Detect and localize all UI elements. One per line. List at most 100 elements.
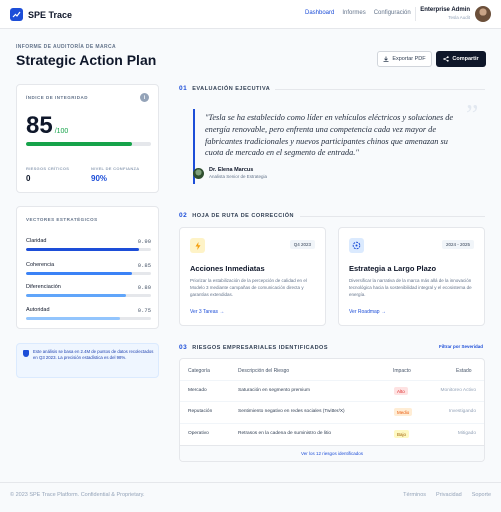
download-icon bbox=[383, 56, 389, 62]
top-navigation-bar: SPE Trace Dashboard Informes Configuraci… bbox=[0, 0, 501, 29]
view-tasks-link[interactable]: Ver 3 Tareas → bbox=[190, 309, 224, 315]
executive-quote: "Tesla se ha establecido como líder en v… bbox=[205, 113, 454, 158]
immediate-actions-card: Q4 2023 Acciones Inmediatas Priorizar la… bbox=[179, 227, 326, 326]
share-icon bbox=[443, 56, 450, 62]
vector-row: Diferenciación 0.80 bbox=[26, 284, 151, 297]
main-nav: Dashboard Informes Configuración bbox=[305, 10, 411, 16]
section-roadmap-heading: 02 HOJA DE RUTA DE CORRECCIÓN bbox=[179, 212, 294, 219]
section-executive-heading: 01 EVALUACIÓN EJECUTIVA bbox=[179, 85, 270, 92]
column-header[interactable]: Impacto bbox=[393, 368, 411, 374]
view-all-risks-link[interactable]: Ver los 12 riesgos identificados bbox=[180, 445, 484, 461]
vector-bar-fill bbox=[26, 317, 120, 320]
shield-icon bbox=[23, 350, 29, 357]
page-title: Strategic Action Plan bbox=[16, 52, 157, 68]
note-text: Este análisis se basa en 2.4M de puntos … bbox=[33, 349, 154, 361]
section-divider bbox=[275, 89, 485, 90]
data-source-note: Este análisis se basa en 2.4M de puntos … bbox=[16, 343, 159, 378]
vector-name: Coherencia bbox=[26, 262, 55, 268]
vector-value: 0.80 bbox=[137, 284, 151, 291]
risk-description: Sentimiento negativo en redes sociales (… bbox=[238, 409, 345, 414]
export-pdf-button[interactable]: Exportar PDF bbox=[377, 51, 432, 67]
column-header[interactable]: Descripción del Riesgo bbox=[238, 368, 289, 374]
vector-name: Claridad bbox=[26, 238, 47, 244]
column-header[interactable]: Estado bbox=[456, 368, 472, 374]
author-name: Dr. Elena Marcus bbox=[209, 167, 254, 173]
section-risks-heading: 03 RIESGOS EMPRESARIALES IDENTIFICADOS bbox=[179, 344, 328, 351]
share-label: Compartir bbox=[452, 56, 479, 62]
app-name: SPE Trace bbox=[28, 9, 73, 20]
info-icon[interactable]: i bbox=[140, 93, 149, 102]
impact-badge: Alto bbox=[394, 387, 408, 395]
section-number: 03 bbox=[179, 344, 188, 351]
critical-risks-value: 0 bbox=[26, 174, 31, 183]
confidence-label: NIVEL DE CONFIANZA bbox=[91, 166, 140, 171]
column-header[interactable]: Categoría bbox=[188, 368, 210, 374]
vector-value: 0.90 bbox=[137, 238, 151, 245]
vector-value: 0.85 bbox=[137, 262, 151, 269]
vector-name: Diferenciación bbox=[26, 284, 61, 290]
card-title: Acciones Inmediatas bbox=[190, 264, 265, 273]
nav-dashboard[interactable]: Dashboard bbox=[305, 10, 334, 16]
critical-risks-label: RIESGOS CRÍTICOS bbox=[26, 166, 70, 171]
trend-chart-logo-icon bbox=[10, 8, 23, 21]
vector-row: Autoridad 0.75 bbox=[26, 307, 151, 320]
footer-link-support[interactable]: Soporte bbox=[472, 492, 491, 498]
nav-informes[interactable]: Informes bbox=[342, 10, 365, 16]
quote-mark-icon: ” bbox=[466, 100, 479, 131]
vector-bar bbox=[26, 248, 151, 251]
vector-bar bbox=[26, 317, 151, 320]
user-name: Enterprise Admin bbox=[420, 7, 470, 13]
brand[interactable]: SPE Trace bbox=[10, 8, 72, 21]
vector-row: Coherencia 0.85 bbox=[26, 262, 151, 275]
score-denominator: /100 bbox=[54, 128, 69, 135]
filter-severity-link[interactable]: Filtrar por Severidad bbox=[439, 344, 483, 349]
author-role: Analista Senior de Estrategia bbox=[209, 174, 268, 179]
table-row[interactable]: Reputación Sentimiento negativo en redes… bbox=[180, 401, 484, 422]
impact-badge: Bajo bbox=[394, 430, 410, 438]
view-roadmap-link[interactable]: Ver Roadmap → bbox=[349, 309, 386, 315]
risk-description: Retrasos en la cadena de suministro de l… bbox=[238, 431, 332, 436]
user-info[interactable]: Enterprise Admin Tesla Audit bbox=[420, 7, 470, 20]
strategic-vectors-card: VECTORES ESTRATÉGICOS Claridad 0.90 Coher… bbox=[16, 206, 159, 329]
vector-bar-fill bbox=[26, 294, 126, 297]
table-row[interactable]: Mercado Saturación en segmento premium A… bbox=[180, 380, 484, 401]
risk-description: Saturación en segmento premium bbox=[238, 388, 310, 393]
vector-name: Autoridad bbox=[26, 307, 50, 313]
card-title: Estrategia a Largo Plazo bbox=[349, 264, 437, 273]
integrity-progress-fill bbox=[26, 142, 133, 146]
confidence-stat: NIVEL DE CONFIANZA 90% bbox=[91, 166, 139, 183]
footer-divider bbox=[0, 482, 501, 483]
score-value: 85 bbox=[26, 112, 53, 139]
integrity-progress-bar bbox=[26, 142, 151, 146]
confidence-value: 90% bbox=[91, 174, 108, 183]
vector-bar-fill bbox=[26, 248, 139, 251]
critical-risks-stat: RIESGOS CRÍTICOS 0 bbox=[26, 166, 69, 183]
user-avatar[interactable] bbox=[475, 6, 491, 22]
author-avatar bbox=[193, 167, 204, 179]
export-label: Exportar PDF bbox=[392, 56, 426, 62]
vector-bar bbox=[26, 272, 151, 275]
user-role: Tesla Audit bbox=[448, 15, 470, 20]
section-title: RIESGOS EMPRESARIALES IDENTIFICADOS bbox=[192, 344, 328, 351]
risk-category: Reputación bbox=[188, 409, 213, 414]
card-description: Diversificar la narrativa de la marca má… bbox=[349, 278, 472, 297]
footer-link-terms[interactable]: Términos bbox=[403, 492, 426, 498]
share-button[interactable]: Compartir bbox=[436, 51, 486, 67]
integrity-card: ÍNDICE DE INTEGRIDAD i 85 /100 RIESGOS C… bbox=[16, 84, 159, 193]
vector-value: 0.75 bbox=[137, 307, 151, 314]
long-term-strategy-card: 2024 - 2025 Estrategia a Largo Plazo Div… bbox=[338, 227, 485, 326]
table-row[interactable]: Operativo Retrasos en la cadena de sumin… bbox=[180, 423, 484, 444]
timeline-badge: 2024 - 2025 bbox=[441, 240, 474, 249]
footer-links: Términos Privacidad Soporte bbox=[403, 492, 491, 498]
nav-configuracion[interactable]: Configuración bbox=[374, 10, 411, 16]
card-description: Priorizar la estabilización de la percep… bbox=[190, 278, 307, 297]
section-title: EVALUACIÓN EJECUTIVA bbox=[192, 85, 271, 92]
risk-category: Mercado bbox=[188, 388, 207, 393]
vectors-label: VECTORES ESTRATÉGICOS bbox=[26, 217, 98, 222]
risk-status: Mitigado bbox=[457, 431, 476, 436]
footer-link-privacy[interactable]: Privacidad bbox=[436, 492, 462, 498]
lightning-icon bbox=[190, 238, 205, 253]
integrity-score: 85 /100 bbox=[26, 112, 68, 140]
risk-status: Monitoreo Activo bbox=[440, 388, 476, 393]
section-number: 01 bbox=[179, 85, 188, 92]
